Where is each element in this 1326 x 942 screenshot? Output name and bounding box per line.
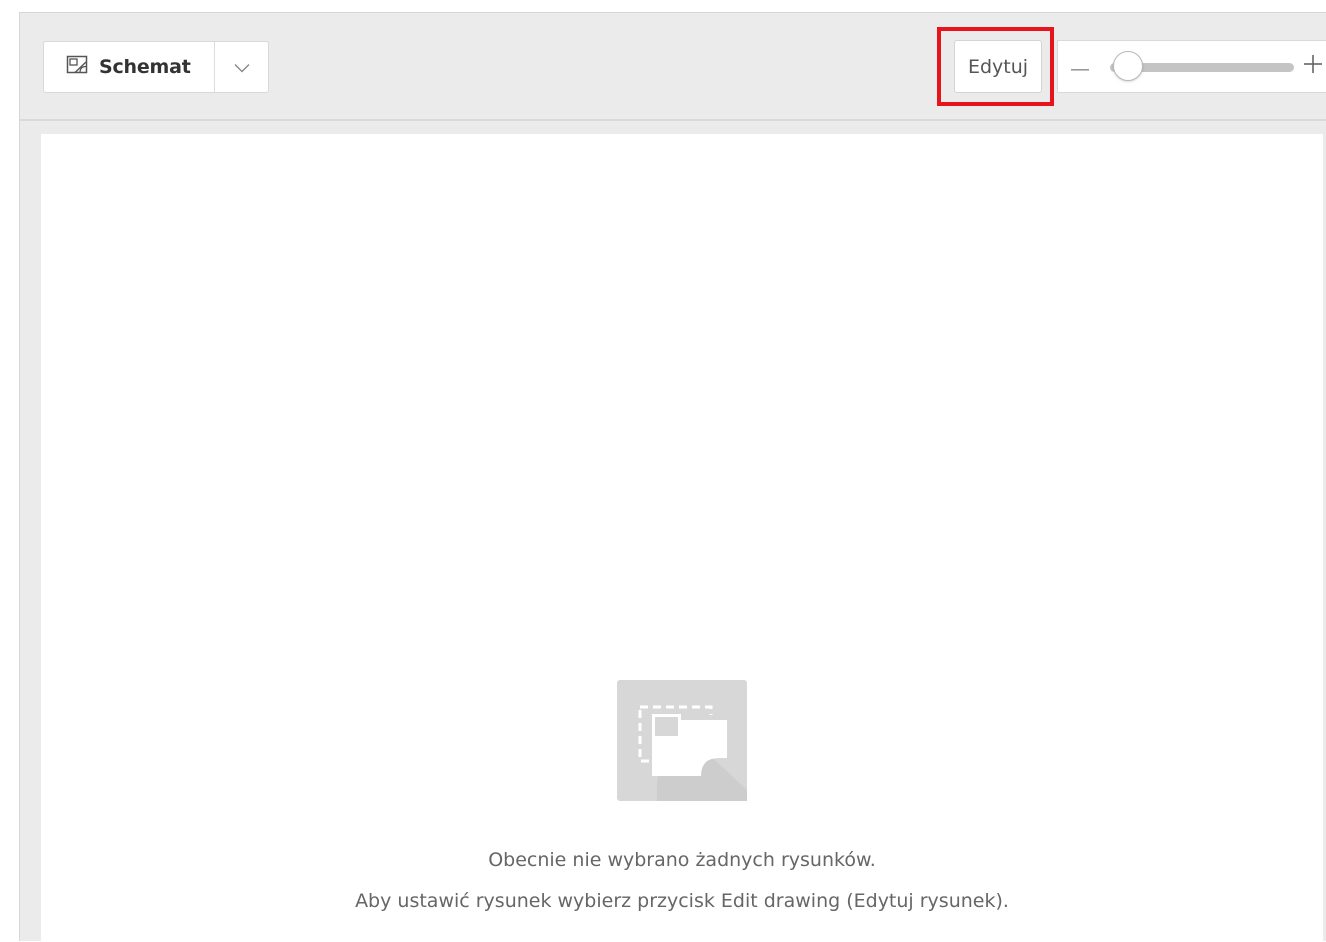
toolbar: Schemat Edytuj [20,13,1326,121]
zoom-out-button[interactable] [1070,53,1090,79]
chevron-down-icon [234,58,250,77]
plus-icon [1303,54,1323,78]
minus-icon [1071,57,1089,76]
empty-state-message: Obecnie nie wybrano żadnych rysunków. [488,849,876,871]
view-select-current[interactable]: Schemat [44,42,215,92]
drawing-icon [66,55,99,79]
edit-button[interactable]: Edytuj [954,40,1042,93]
no-drawing-icon [617,680,747,801]
drawing-canvas: Obecnie nie wybrano żadnych rysunków. Ab… [41,134,1323,942]
view-dropdown-button[interactable] [215,42,268,92]
zoom-control [1057,40,1326,93]
zoom-in-button[interactable] [1302,53,1324,79]
view-select-label: Schemat [99,56,191,78]
drawing-panel: Schemat Edytuj Obecnie nie wybrano żadny… [19,12,1326,942]
zoom-slider-thumb[interactable] [1113,51,1144,81]
view-select[interactable]: Schemat [43,41,269,93]
empty-state-hint: Aby ustawić rysunek wybierz przycisk Edi… [355,890,1009,912]
